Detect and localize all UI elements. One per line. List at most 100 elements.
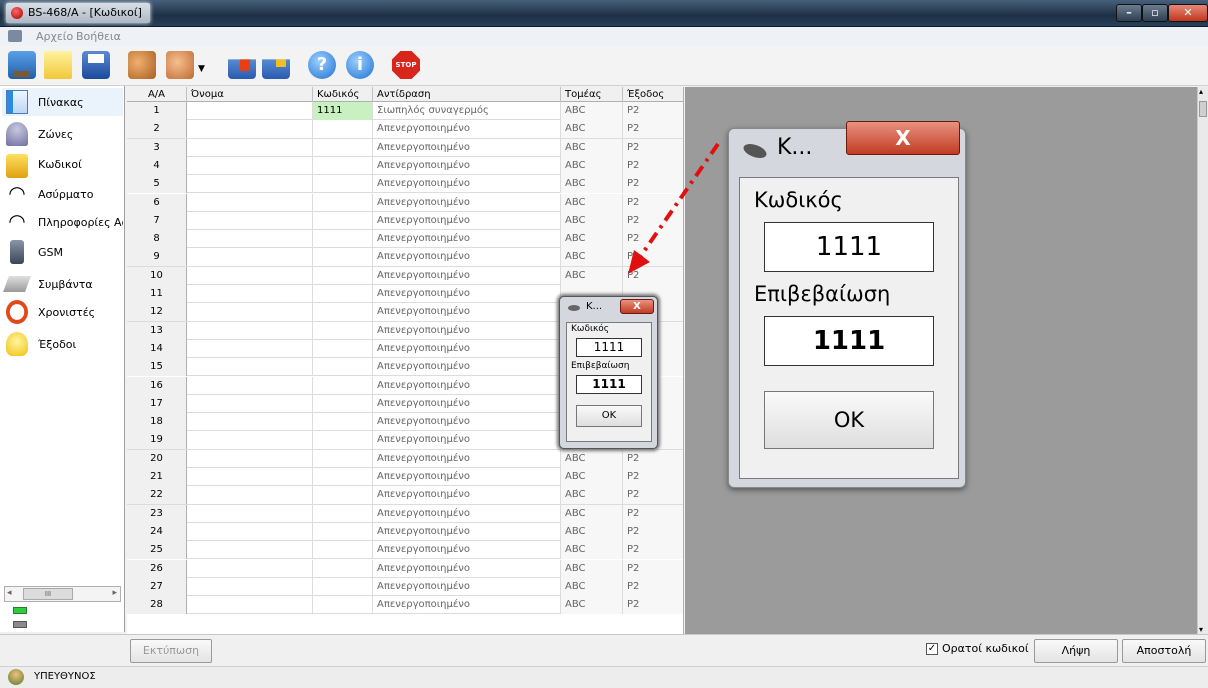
name-cell[interactable] <box>187 303 313 322</box>
code-cell[interactable] <box>313 211 373 230</box>
name-cell[interactable] <box>187 522 313 541</box>
name-cell[interactable] <box>187 175 313 194</box>
code-cell[interactable] <box>313 303 373 322</box>
reaction-cell[interactable]: Απενεργοποιημένο <box>373 303 561 322</box>
code-cell[interactable] <box>313 504 373 523</box>
table-row[interactable]: 6 Απενεργοποιημένο ABC P2 <box>127 193 683 212</box>
vertical-scrollbar[interactable]: ▴ ▾ <box>1197 87 1208 634</box>
sector-cell[interactable]: ABC <box>561 577 623 596</box>
code-cell[interactable] <box>313 156 373 175</box>
name-cell[interactable] <box>187 413 313 432</box>
table-row[interactable]: 5 Απενεργοποιημένο ABC P2 <box>127 175 683 194</box>
menu-help[interactable]: Βοήθεια <box>76 30 121 43</box>
table-row[interactable]: 1 1111 Σιωπηλός συναγερμός ABC P2 <box>127 102 683 121</box>
name-cell[interactable] <box>187 394 313 413</box>
sidebar-item-wireless[interactable]: ◠ Ασύρματο <box>2 180 123 208</box>
name-cell[interactable] <box>187 596 313 615</box>
output-cell[interactable]: P2 <box>623 596 683 615</box>
sector-cell[interactable]: ABC <box>561 266 623 285</box>
download-icon[interactable] <box>228 59 256 79</box>
ok-button[interactable]: OK <box>764 391 934 449</box>
name-cell[interactable] <box>187 541 313 560</box>
name-cell[interactable] <box>187 193 313 212</box>
name-cell[interactable] <box>187 248 313 267</box>
output-cell[interactable]: P2 <box>623 486 683 505</box>
dialog-close-button[interactable]: X <box>620 299 654 314</box>
reaction-cell[interactable]: Απενεργοποιημένο <box>373 394 561 413</box>
reaction-cell[interactable]: Απενεργοποιημένο <box>373 193 561 212</box>
output-cell[interactable]: P2 <box>623 120 683 139</box>
name-cell[interactable] <box>187 449 313 468</box>
minimize-button[interactable]: – <box>1116 4 1142 22</box>
column-header-output[interactable]: Έξοδος <box>623 87 683 102</box>
reaction-cell[interactable]: Απενεργοποιημένο <box>373 522 561 541</box>
users-icon[interactable] <box>128 51 156 79</box>
close-button[interactable]: ✕ <box>1168 4 1208 22</box>
name-cell[interactable] <box>187 559 313 578</box>
reaction-cell[interactable]: Απενεργοποιημένο <box>373 211 561 230</box>
table-row[interactable]: 23 Απενεργοποιημένο ABC P2 <box>127 504 683 523</box>
print-button[interactable]: Εκτύπωση <box>130 639 212 663</box>
table-row[interactable]: 8 Απενεργοποιημένο ABC P2 <box>127 230 683 249</box>
name-cell[interactable] <box>187 156 313 175</box>
code-cell[interactable] <box>313 230 373 249</box>
table-row[interactable]: 2 Απενεργοποιημένο ABC P2 <box>127 120 683 139</box>
sidebar-item-table[interactable]: Πίνακας <box>2 88 123 116</box>
code-cell[interactable] <box>313 175 373 194</box>
column-header-code[interactable]: Κωδικός <box>313 87 373 102</box>
stop-icon[interactable]: STOP <box>392 51 420 79</box>
code-cell[interactable] <box>313 248 373 267</box>
table-row[interactable]: 22 Απενεργοποιημένο ABC P2 <box>127 486 683 505</box>
table-row[interactable]: 9ΑπενεργοποιημένοABCP2 <box>127 248 683 267</box>
table-row[interactable]: 4 Απενεργοποιημένο ABC P2 <box>127 156 683 176</box>
code-cell[interactable] <box>313 321 373 340</box>
table-row[interactable]: 20 Απενεργοποιημένο ABC P2 <box>127 449 683 468</box>
sidebar-item-events[interactable]: Συμβάντα <box>2 270 123 298</box>
code-cell[interactable] <box>313 120 373 139</box>
sector-cell[interactable]: ABC <box>561 138 623 157</box>
sector-cell[interactable]: ABC <box>561 596 623 615</box>
table-row[interactable]: 3 Απενεργοποιημένο ABC P2 <box>127 138 683 157</box>
sector-cell[interactable]: ABC <box>561 230 623 249</box>
reaction-cell[interactable]: Απενεργοποιημένο <box>373 431 561 450</box>
reaction-cell[interactable]: Απενεργοποιημένο <box>373 339 561 358</box>
code-cell[interactable] <box>313 266 373 285</box>
sector-cell[interactable]: ABC <box>561 449 623 468</box>
name-cell[interactable] <box>187 358 313 377</box>
name-cell[interactable] <box>187 321 313 340</box>
code-cell[interactable] <box>313 138 373 157</box>
reaction-cell[interactable]: Απενεργοποιημένο <box>373 285 561 303</box>
scroll-thumb[interactable]: III <box>23 588 73 600</box>
visible-codes-checkbox[interactable]: ✓ <box>926 643 938 655</box>
code-cell[interactable] <box>313 376 373 395</box>
code-cell[interactable] <box>313 596 373 615</box>
reaction-cell[interactable]: Απενεργοποιημένο <box>373 504 561 523</box>
output-cell[interactable]: P2 <box>623 541 683 560</box>
table-row[interactable]: 25 Απενεργοποιημένο ABC P2 <box>127 541 683 560</box>
menu-file[interactable]: Αρχείο <box>36 30 73 43</box>
output-cell[interactable]: P2 <box>623 504 683 523</box>
connect-icon[interactable] <box>8 51 36 79</box>
code-cell[interactable] <box>313 468 373 486</box>
name-cell[interactable] <box>187 504 313 523</box>
sector-cell[interactable]: ABC <box>561 541 623 560</box>
code-cell[interactable] <box>313 577 373 596</box>
output-cell[interactable]: P2 <box>623 559 683 578</box>
reaction-cell[interactable]: Απενεργοποιημένο <box>373 577 561 596</box>
sidebar-item-gsm[interactable]: GSM <box>2 238 123 266</box>
sidebar-item-codes[interactable]: Κωδικοί <box>2 150 123 178</box>
user-icon[interactable] <box>166 51 194 79</box>
column-header-reaction[interactable]: Αντίδραση <box>373 87 561 102</box>
output-cell[interactable]: P2 <box>623 102 683 120</box>
help-icon[interactable]: ? <box>308 51 336 79</box>
sidebar-item-timers[interactable]: Χρονιστές <box>2 298 123 326</box>
reaction-cell[interactable]: Απενεργοποιημένο <box>373 541 561 560</box>
send-button[interactable]: Αποστολή <box>1122 639 1206 663</box>
save-icon[interactable] <box>82 51 110 79</box>
sector-cell[interactable]: ABC <box>561 102 623 120</box>
code-input[interactable]: 1111 <box>764 222 934 272</box>
reaction-cell[interactable]: Απενεργοποιημένο <box>373 413 561 432</box>
reaction-cell[interactable]: Σιωπηλός συναγερμός <box>373 102 561 120</box>
sidebar-horizontal-scrollbar[interactable]: ◂ III ▸ <box>4 586 121 602</box>
confirm-input[interactable]: 1111 <box>576 375 642 394</box>
